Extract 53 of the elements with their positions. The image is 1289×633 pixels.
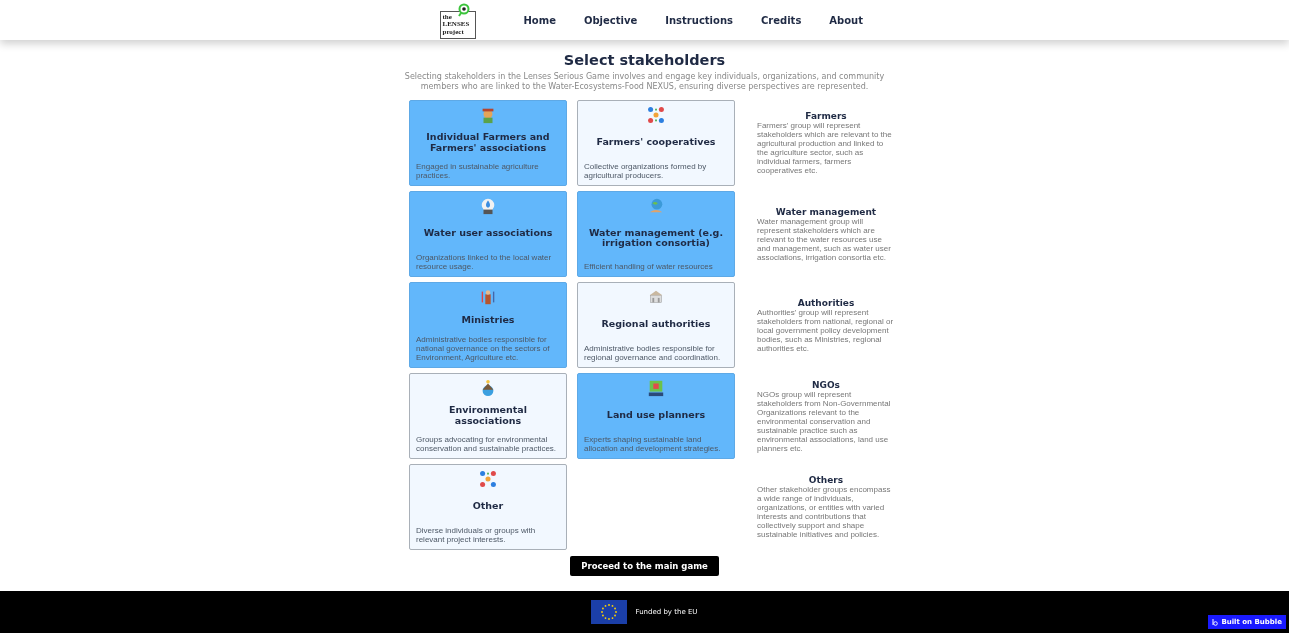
group-title: Water management <box>774 206 878 217</box>
card-title: Regional authorities <box>601 317 711 332</box>
stakeholder-card[interactable]: Regional authorities Administrative bodies responsible for regional governance and coordination. <box>577 282 735 368</box>
nav-link[interactable]: About <box>829 14 863 26</box>
group-description: Other stakeholder groups encompass a wide range of individuals, organizations, or entities with varied interests and contributions that collectively support and shape sustainable initiatives and policies. <box>757 485 892 539</box>
card-description: Groups advocating for environmental conservation and sustainable practices. <box>416 435 558 453</box>
water-drop-icon <box>479 197 497 215</box>
stakeholder-card[interactable]: Farmers' cooperatives Collective organizations formed by agricultural producers. <box>577 100 735 186</box>
group-title: Authorities <box>796 297 856 308</box>
card-description: Experts shaping sustainable land allocation and development strategies. <box>584 435 722 453</box>
proceed-button[interactable]: Proceed to the main game <box>570 556 719 576</box>
card-title: Individual Farmers and Farmers' associations <box>425 130 551 155</box>
network-icon <box>647 106 665 124</box>
nav-link[interactable]: Home <box>523 14 556 26</box>
magnifier-icon <box>457 3 470 17</box>
card-title: Farmers' cooperatives <box>596 135 716 150</box>
group-title: Farmers <box>804 111 848 121</box>
card-title: Environmental associations <box>448 403 528 428</box>
building-icon <box>647 288 665 306</box>
page-title: Select stakeholders <box>563 52 726 68</box>
network-icon <box>479 470 497 488</box>
card-description: Diverse individuals or groups with relevant project interests. <box>416 526 537 544</box>
card-description: Administrative bodies responsible for national governance on the sectors of Environment, Agriculture etc. <box>416 335 551 362</box>
stakeholder-card[interactable]: Ministries Administrative bodies responsible for national governance on the sectors of Environment, Agriculture etc. <box>409 282 567 368</box>
card-title: Land use planners <box>606 408 706 423</box>
card-description: Administrative bodies responsible for regional governance and coordination. <box>584 344 722 362</box>
card-description: Organizations linked to the local water resource usage. <box>416 253 553 271</box>
card-description: Collective organizations formed by agricultural producers. <box>584 162 708 180</box>
nav-link[interactable]: Credits <box>760 14 802 26</box>
group-description: Water management group will represent stakeholders which are relevant to the water resources use and management, such as water user associations, irrigation consortia etc. <box>757 216 892 262</box>
stakeholder-card[interactable]: Water user associations Organizations linked to the local water resource usage. <box>409 191 567 277</box>
stakeholder-card[interactable]: Land use planners Experts shaping sustainable land allocation and development strategies. <box>577 373 735 459</box>
stakeholder-card[interactable]: Environmental associations Groups advocating for environmental conservation and sustainable practices. <box>409 373 567 459</box>
group-description: Farmers' group will represent stakeholders which are relevant to the agricultural production and linked to the agriculture sector, such as individual farmers, farmers cooperatives etc. <box>757 121 893 175</box>
group-description: NGOs group will represent stakeholders from Non-Governmental Organizations relevant to the environmental conservation and sustainable practice such as environmental associations, land use planners etc. <box>757 389 892 453</box>
card-title: Ministries <box>461 312 515 327</box>
intro-text: Selecting stakeholders in the Lenses Serious Game involves and engage key individuals, organizations, and community members who are linked to the Water-Ecosystems-Food NEXUS, ensuring diverse perspectives are represented. <box>403 72 886 92</box>
group-description: Authorities' group will represent stakeholders from national, regional or local government policy development bodies, such as Ministries, regional authorities etc. <box>757 307 895 353</box>
podium-icon <box>479 288 497 306</box>
card-title: Other <box>472 499 504 514</box>
card-description: Efficient handling of water resources <box>584 262 714 271</box>
bubble-logo-icon <box>1212 618 1219 626</box>
nav-link[interactable]: Instructions <box>665 14 733 26</box>
stakeholder-card[interactable]: Water management (e.g. irrigation consortia) Efficient handling of water resources <box>577 191 735 277</box>
nav-link[interactable]: Objective <box>583 14 638 26</box>
card-title: Water management (e.g. irrigation consortia) <box>588 225 724 250</box>
group-title: Others <box>807 475 845 485</box>
card-description: Engaged in sustainable agriculture practices. <box>416 162 540 180</box>
stakeholder-card[interactable]: Other Diverse individuals or groups with relevant project interests. <box>409 464 567 550</box>
stakeholder-card[interactable]: Individual Farmers and Farmers' associations Engaged in sustainable agriculture practices. <box>409 100 567 186</box>
card-title: Water user associations <box>423 226 553 241</box>
group-title: NGOs <box>811 379 841 390</box>
eu-flag-icon <box>591 600 628 624</box>
